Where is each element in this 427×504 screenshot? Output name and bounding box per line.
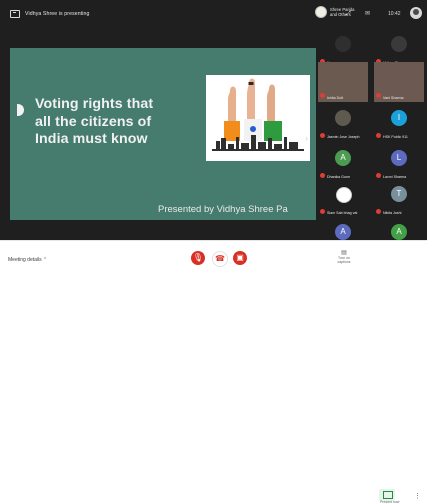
captions-label: Turn on captions <box>337 256 351 264</box>
participant-photo <box>335 36 351 52</box>
participant-name: Vani Sharma <box>383 96 404 100</box>
presenting-banner: Vidhya Shree is presenting <box>10 10 90 18</box>
mic-off-icon <box>320 209 325 214</box>
more-options-icon[interactable]: ⋮ <box>414 492 421 500</box>
camera-off-icon: ▣ <box>236 253 244 262</box>
participant-initial: A <box>391 224 407 240</box>
present-icon <box>383 491 393 499</box>
participant-photo <box>391 36 407 52</box>
presentation-slide: Voting rights that all the citizens of I… <box>10 48 316 220</box>
top-bar: Vidhya Shree is presenting Shree Parida … <box>0 0 427 30</box>
participant-tile[interactable]: Siam Sab bhag vat <box>318 180 368 217</box>
chat-icon[interactable]: ✉ <box>365 10 370 17</box>
phone-hangup-icon: ☎ <box>215 254 225 263</box>
slide-title-line-2: all the citizens of <box>35 113 152 130</box>
present-now-label: Present now <box>380 500 400 504</box>
slide-title-line-3: India must know <box>35 131 148 147</box>
participant-tile[interactable]: I HSK Public 911 <box>374 104 424 141</box>
chevron-up-icon: ⌃ <box>43 257 48 263</box>
participant-name: Dhanika Gunn <box>327 175 350 179</box>
slide-title-line-1: Voting rights that <box>35 96 154 112</box>
meeting-details-button[interactable]: Meeting details ⌃ <box>8 257 47 263</box>
participant-video[interactable]: Ishita Dutt <box>318 62 368 102</box>
present-screen-icon <box>10 10 20 18</box>
camera-button[interactable]: ▣ <box>233 251 247 265</box>
mic-off-icon <box>320 173 325 178</box>
meeting-details-label: Meeting details <box>8 257 42 263</box>
participant-name: Ishita Dutt <box>327 96 344 100</box>
participant-initial: A <box>335 224 351 240</box>
mic-off-icon <box>376 173 381 178</box>
participant-tile[interactable]: Jasmin Jose Joseph <box>318 104 368 141</box>
captions-button[interactable]: ▤ Turn on captions <box>333 249 355 265</box>
participant-photo <box>336 187 352 203</box>
meeting-screen: Vidhya Shree is presenting Shree Parida … <box>0 0 427 253</box>
mic-off-icon <box>320 93 325 98</box>
participant-tile[interactable]: T Nikita Joshi <box>374 180 424 217</box>
bullet-shape <box>17 104 24 116</box>
participant-initial: T <box>391 186 407 202</box>
bottom-bar: Meeting details ⌃ 🎙 ☎ ▣ ▤ Turn on captio… <box>0 240 427 504</box>
participant-initial: A <box>335 150 351 166</box>
participant-initial: I <box>391 110 407 126</box>
mic-off-icon: 🎙 <box>192 253 204 262</box>
slide-footer: Presented by Vidhya Shree Pa <box>158 204 288 215</box>
mic-off-icon <box>376 209 381 214</box>
mic-off-icon <box>320 133 325 138</box>
mic-off-icon <box>376 93 381 98</box>
participant-chip[interactable]: Shree Parida and Others <box>315 6 362 18</box>
participant-photo <box>335 110 351 126</box>
participant-initial: L <box>391 150 407 166</box>
mic-off-icon <box>376 133 381 138</box>
chip-avatar <box>315 6 327 18</box>
expand-icon[interactable]: ⤢ <box>346 11 351 18</box>
participant-tile[interactable]: A Dhanika Gunn <box>318 144 368 181</box>
participant-name: Siam Sab bhag vat <box>327 211 358 215</box>
voting-illustration <box>206 75 310 161</box>
participant-tile[interactable]: L Laxmi Sharma <box>374 144 424 181</box>
slide-title: Voting rights that all the citizens of I… <box>35 96 215 149</box>
participant-name: Laxmi Sharma <box>383 175 407 179</box>
participant-name: HSK Public 911 <box>383 135 408 139</box>
participant-name: Nikita Joshi <box>383 211 402 215</box>
next-slide-icon[interactable]: › <box>305 133 308 143</box>
clock: 10:42 <box>388 11 401 17</box>
participant-name: Jasmin Jose Joseph <box>327 135 360 139</box>
my-avatar[interactable] <box>410 7 422 19</box>
presenting-text: Vidhya Shree is presenting <box>25 11 90 17</box>
mic-button[interactable]: 🎙 <box>191 251 205 265</box>
participant-video[interactable]: Vani Sharma <box>374 62 424 102</box>
